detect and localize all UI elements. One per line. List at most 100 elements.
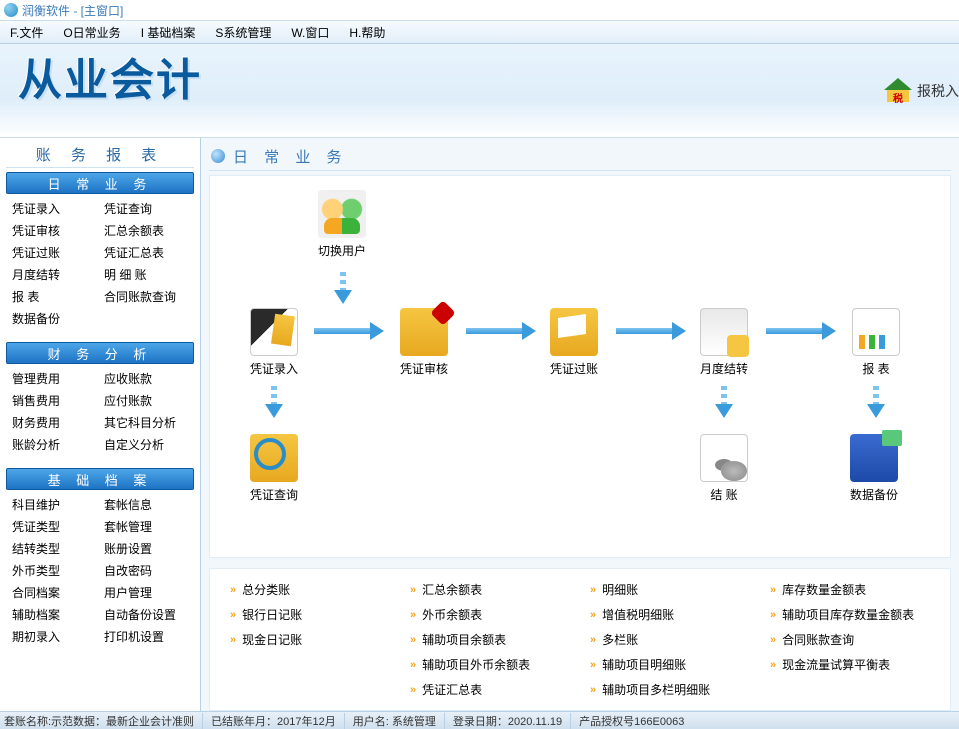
sidebar-item[interactable]: 凭证类型	[8, 516, 100, 538]
report-link[interactable]: »辅助项目库存数量金额表	[770, 606, 930, 623]
report-link[interactable]: »汇总余额表	[410, 581, 570, 598]
node-voucher-audit[interactable]: 凭证审核	[400, 308, 448, 377]
report-links: »总分类账 »汇总余额表 »明细账 »库存数量金额表 »银行日记账 »外币余额表 »增值税明…	[209, 568, 951, 711]
menu-archive[interactable]: I 基础档案	[131, 24, 206, 41]
menu-window[interactable]: W.窗口	[281, 24, 339, 41]
sidebar-group-head[interactable]: 财 务 分 析	[6, 342, 194, 364]
report-link[interactable]: »现金日记账	[230, 631, 390, 648]
report-link[interactable]: »辅助项目外币余额表	[410, 656, 570, 673]
content-title: 日 常 业 务	[233, 146, 348, 167]
sidebar-item[interactable]: 凭证录入	[8, 198, 100, 220]
sidebar-item[interactable]: 自定义分析	[100, 434, 192, 456]
chevron-right-icon: »	[230, 609, 236, 621]
report-link[interactable]: »辅助项目多栏明细账	[590, 681, 750, 698]
sidebar-item[interactable]: 应收账款	[100, 368, 192, 390]
node-month-close[interactable]: 月度结转	[700, 308, 748, 377]
tax-house-icon: 税	[885, 80, 911, 102]
chevron-right-icon: »	[770, 634, 776, 646]
sidebar-item[interactable]: 管理费用	[8, 368, 100, 390]
chevron-right-icon: »	[590, 659, 596, 671]
menu-daily[interactable]: O日常业务	[53, 24, 130, 41]
banner: 从业会计 税 报税入	[0, 44, 959, 138]
sidebar-item[interactable]: 销售费用	[8, 390, 100, 412]
sidebar-item[interactable]: 套帐管理	[100, 516, 192, 538]
workflow-diagram: 切换用户 凭证录入 凭证审核 凭证过账 月度结转	[209, 175, 951, 558]
sidebar-item[interactable]: 合同档案	[8, 582, 100, 604]
report-link[interactable]: »多栏账	[590, 631, 750, 648]
status-license: 产品授权号166E0063	[579, 713, 692, 729]
arrow-right-icon	[466, 328, 536, 334]
menu-file[interactable]: F.文件	[0, 24, 53, 41]
report-link[interactable]: »增值税明细账	[590, 606, 750, 623]
sidebar-group-head[interactable]: 日 常 业 务	[6, 172, 194, 194]
arrow-right-icon	[616, 328, 686, 334]
window-titlebar: 润衡软件 - [主窗口]	[0, 0, 959, 20]
chevron-right-icon: »	[590, 584, 596, 596]
arrow-down-icon	[271, 386, 277, 418]
sidebar-item[interactable]: 用户管理	[100, 582, 192, 604]
node-voucher-entry[interactable]: 凭证录入	[250, 308, 298, 377]
sidebar-item[interactable]: 合同账款查询	[100, 286, 192, 308]
sidebar-item[interactable]: 自改密码	[100, 560, 192, 582]
sidebar-item[interactable]: 账龄分析	[8, 434, 100, 456]
sidebar-item[interactable]: 自动备份设置	[100, 604, 192, 626]
report-link[interactable]: »外币余额表	[410, 606, 570, 623]
report-link[interactable]: »辅助项目明细账	[590, 656, 750, 673]
sidebar-item[interactable]: 凭证查询	[100, 198, 192, 220]
report-link[interactable]: »总分类账	[230, 581, 390, 598]
sidebar-item[interactable]: 凭证审核	[8, 220, 100, 242]
chevron-right-icon: »	[410, 684, 416, 696]
chevron-right-icon: »	[410, 584, 416, 596]
sidebar-group-head[interactable]: 基 础 档 案	[6, 468, 194, 490]
users-icon	[318, 190, 366, 238]
report-link[interactable]: »现金流量试算平衡表	[770, 656, 930, 673]
sidebar-title: 账 务 报 表	[6, 142, 194, 168]
report-link[interactable]: »合同账款查询	[770, 631, 930, 648]
sidebar-item[interactable]: 月度结转	[8, 264, 100, 286]
sidebar-item[interactable]: 打印机设置	[100, 626, 192, 648]
sidebar-item[interactable]: 结转类型	[8, 538, 100, 560]
sidebar-item[interactable]: 套帐信息	[100, 494, 192, 516]
arrow-down-icon	[873, 386, 879, 418]
chevron-right-icon: »	[770, 659, 776, 671]
node-close-account[interactable]: 结 账	[700, 434, 748, 503]
status-login: 登录日期：2020.11.19	[453, 713, 571, 729]
sidebar-item[interactable]: 辅助档案	[8, 604, 100, 626]
status-user: 用户名: 系统管理	[353, 713, 445, 729]
status-account: 套账名称:示范数据：最新企业会计准则	[4, 713, 203, 729]
node-voucher-post[interactable]: 凭证过账	[550, 308, 598, 377]
sidebar-item[interactable]: 数据备份	[8, 308, 100, 330]
report-link[interactable]: »银行日记账	[230, 606, 390, 623]
sidebar-item[interactable]: 外币类型	[8, 560, 100, 582]
sidebar-item[interactable]: 账册设置	[100, 538, 192, 560]
node-switch-user[interactable]: 切换用户	[318, 190, 366, 259]
sidebar-item[interactable]: 凭证汇总表	[100, 242, 192, 264]
arrow-right-icon	[766, 328, 836, 334]
report-link[interactable]: »明细账	[590, 581, 750, 598]
sidebar-item[interactable]: 其它科目分析	[100, 412, 192, 434]
tax-entry[interactable]: 税 报税入	[885, 80, 959, 102]
menu-system[interactable]: S系统管理	[205, 24, 281, 41]
chevron-right-icon: »	[590, 684, 596, 696]
menu-help[interactable]: H.帮助	[339, 24, 395, 41]
sidebar-item[interactable]: 汇总余额表	[100, 220, 192, 242]
node-report[interactable]: 报 表	[852, 308, 900, 377]
node-voucher-query[interactable]: 凭证查询	[250, 434, 298, 503]
sidebar-item[interactable]: 科目维护	[8, 494, 100, 516]
report-link[interactable]: »辅助项目余额表	[410, 631, 570, 648]
report-link[interactable]: »凭证汇总表	[410, 681, 570, 698]
sidebar-item	[100, 308, 192, 330]
sidebar-item[interactable]: 财务费用	[8, 412, 100, 434]
chevron-right-icon: »	[410, 609, 416, 621]
sidebar-item[interactable]: 明 细 账	[100, 264, 192, 286]
node-backup[interactable]: 数据备份	[850, 434, 898, 503]
sidebar-item[interactable]: 报 表	[8, 286, 100, 308]
menu-bar: F.文件 O日常业务 I 基础档案 S系统管理 W.窗口 H.帮助	[0, 20, 959, 44]
sidebar-item[interactable]: 应付账款	[100, 390, 192, 412]
report-link[interactable]: »库存数量金额表	[770, 581, 930, 598]
sidebar-item[interactable]: 凭证过账	[8, 242, 100, 264]
voucher-entry-icon	[250, 308, 298, 356]
chevron-right-icon: »	[770, 609, 776, 621]
sidebar-item[interactable]: 期初录入	[8, 626, 100, 648]
chevron-right-icon: »	[230, 634, 236, 646]
